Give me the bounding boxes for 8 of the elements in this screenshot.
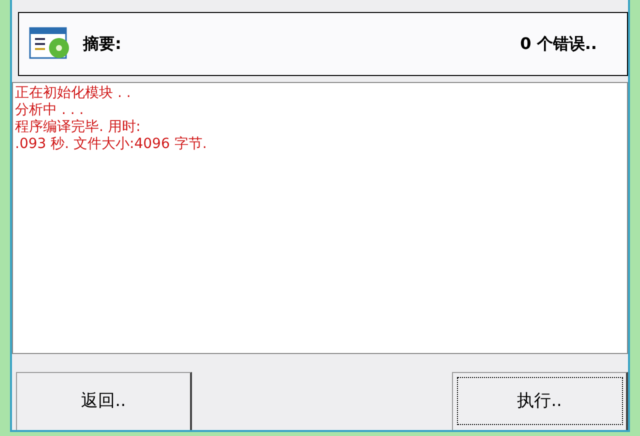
log-line: 正在初始化模块 . . [15, 85, 132, 102]
run-button[interactable]: 执行.. [452, 372, 628, 430]
log-line: 程序编译完毕. 用时: [15, 119, 142, 136]
summary-title: 摘要: [83, 33, 122, 55]
log-line: .093 秒. 文件大小:4096 字节. [15, 136, 208, 153]
back-button[interactable]: 返回.. [16, 372, 192, 430]
log-line: 分析中 . . . [15, 102, 85, 119]
error-count: 0 个错误.. [520, 33, 597, 55]
